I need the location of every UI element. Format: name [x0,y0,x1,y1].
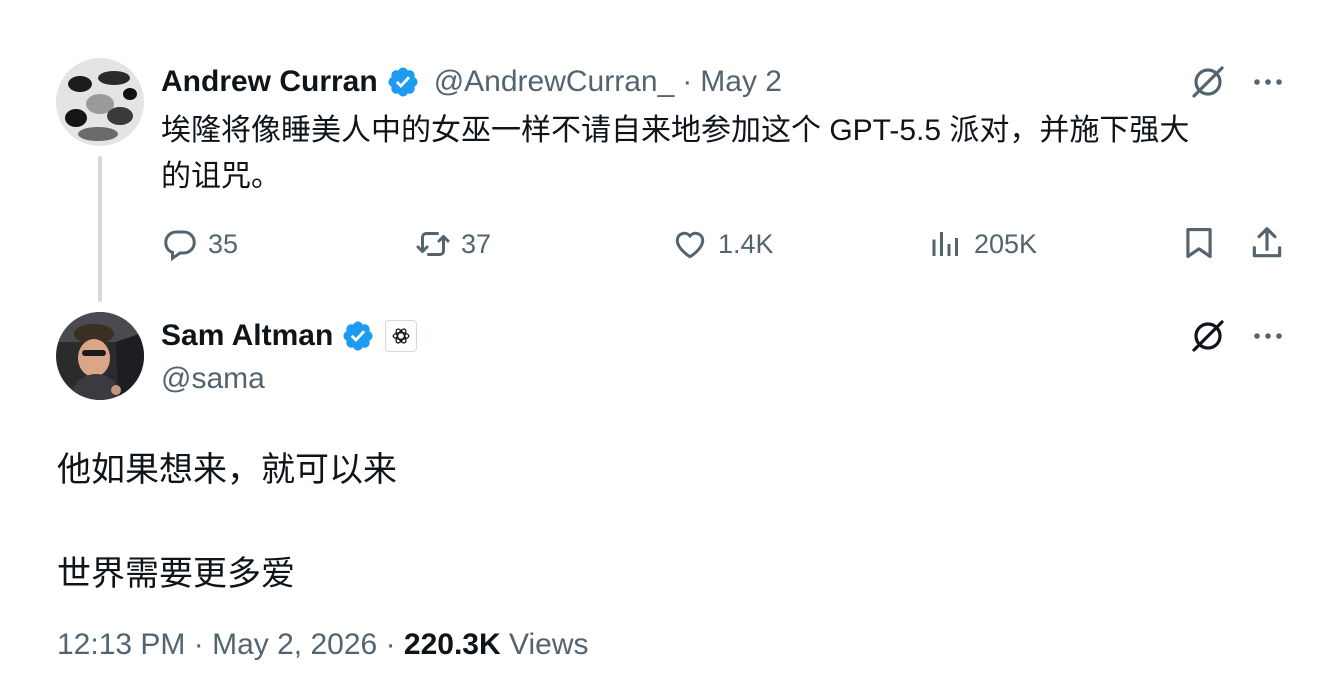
verified-badge-icon[interactable] [386,65,420,99]
quoted-tweet-text-line: 埃隆将像睡美人中的女巫一样不请自来地参加这个 GPT-5.5 派对，并施下强大 [161,114,1190,147]
grok-icon[interactable] [1188,316,1228,356]
separator: · [385,628,396,661]
view-count: 220.3K [403,628,501,661]
verified-badge-icon[interactable] [341,319,375,353]
author-name[interactable]: Sam Altman [161,319,333,353]
quoted-tweet-header: Andrew Curran @AndrewCurran_ · May 2 [161,62,782,102]
like-button[interactable]: 1.4K [672,224,774,264]
author-handle[interactable]: @sama [161,362,265,396]
tweet-time[interactable]: 12:13 PM [57,628,185,661]
main-tweet-text-line: 世界需要更多爱 [57,555,295,593]
views-button[interactable]: 205K [928,224,1037,264]
like-icon [675,231,705,259]
reply-icon [164,230,196,262]
quoted-tweet-text-line: 的诅咒。 [161,160,281,193]
separator: · [193,628,204,661]
more-icon[interactable] [1248,316,1288,356]
openai-affiliate-icon[interactable] [385,320,418,352]
reply-button[interactable]: 35 [162,224,238,264]
avatar-sam-altman[interactable] [56,312,144,400]
main-tweet-header: Sam Altman [161,316,418,356]
share-icon[interactable] [1248,224,1286,262]
separator: · [682,65,693,98]
repost-icon [416,232,450,256]
like-count: 1.4K [718,228,774,259]
repost-button[interactable]: 37 [415,224,491,264]
tweet-date[interactable]: May 2, 2026 [212,628,377,661]
views-icon [932,232,958,256]
reply-count: 35 [208,228,239,259]
views-count: 205K [974,228,1038,259]
author-handle[interactable]: @AndrewCurran_ [434,65,675,99]
more-icon[interactable] [1248,62,1288,102]
tweet-meta: 12:13 PM · May 2, 2026 · 220.3K Views [57,628,588,662]
avatar-andrew-curran[interactable] [56,58,144,146]
tweet-date[interactable]: May 2 [700,65,782,99]
thread-line [98,156,102,302]
bookmark-icon[interactable] [1180,224,1218,262]
main-tweet-text-line: 他如果想来，就可以来 [57,451,397,489]
grok-icon[interactable] [1188,62,1228,102]
author-name[interactable]: Andrew Curran [161,65,378,99]
views-label: Views [509,628,589,661]
quoted-tweet-text: 埃隆将像睡美人中的女巫一样不请自来地参加这个 GPT-5.5 派对，并施下强大 … [161,108,1301,200]
repost-count: 37 [461,228,492,259]
